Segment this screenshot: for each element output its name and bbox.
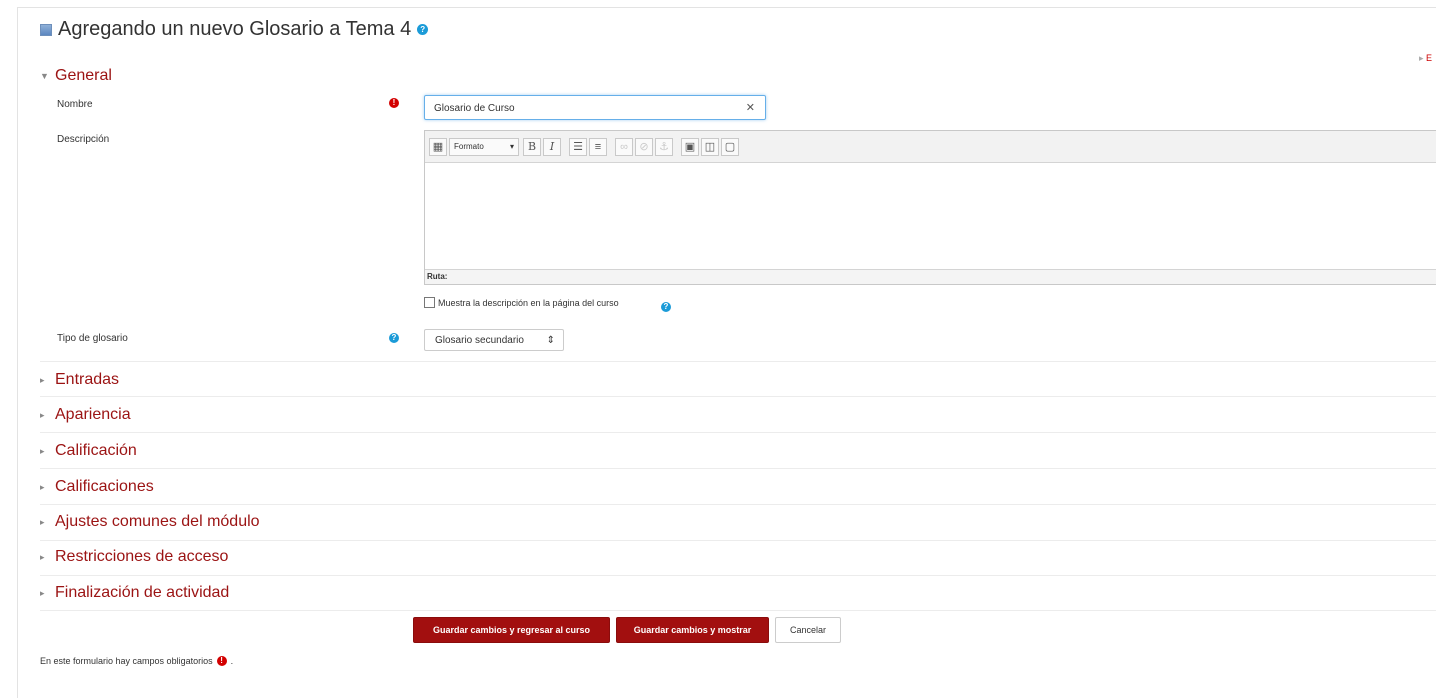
format-select[interactable]: Formato ▾	[449, 137, 519, 156]
section-general[interactable]: ▼ General	[40, 67, 112, 85]
show-description-row: Muestra la descripción en la página del …	[424, 297, 619, 308]
editor-path: Ruta:	[425, 269, 1436, 284]
file-manager-icon[interactable]: ▢	[721, 137, 739, 156]
caret-down-icon: ▼	[40, 71, 49, 81]
divider	[40, 396, 1436, 397]
caret-right-icon: ▸	[40, 481, 45, 492]
descripcion-label: Descripción	[57, 134, 110, 145]
divider	[40, 432, 1436, 433]
toolbar-toggle-icon[interactable]: ▦	[429, 137, 447, 156]
section-apariencia[interactable]: ▸ Apariencia	[40, 406, 131, 424]
divider	[40, 361, 1436, 362]
divider	[40, 468, 1436, 469]
caret-right-icon: ▸	[40, 587, 45, 598]
tipo-glosario-select[interactable]: Glosario secundario ⇕	[424, 329, 564, 351]
caret-right-icon: ▸	[40, 551, 45, 562]
show-description-checkbox[interactable]	[424, 297, 435, 308]
section-calificacion[interactable]: ▸ Calificación	[40, 442, 137, 460]
section-entradas[interactable]: ▸ Entradas	[40, 371, 119, 389]
nombre-input[interactable]	[432, 96, 736, 121]
required-fields-note: En este formulario hay campos obligatori…	[40, 656, 234, 666]
divider	[40, 610, 1436, 611]
divider	[40, 504, 1436, 505]
nombre-input-wrapper: ✕	[424, 95, 766, 121]
required-icon: !	[389, 98, 399, 108]
divider	[40, 575, 1436, 576]
glossary-module-icon	[40, 23, 52, 36]
show-description-label: Muestra la descripción en la página del …	[438, 297, 619, 308]
editor-toolbar: ▦ Formato ▾ B I ☰ ≡ ∞ ⊘ ⚓ ▣ ◫ ▢	[425, 131, 1436, 163]
nombre-label: Nombre	[57, 99, 93, 110]
anchor-icon[interactable]: ⚓	[655, 137, 673, 156]
select-arrows-icon: ⇕	[546, 334, 555, 346]
clear-icon[interactable]: ✕	[746, 101, 755, 114]
ordered-list-icon[interactable]: ≡	[589, 137, 607, 156]
expand-all-link[interactable]: ▸ E	[1419, 53, 1432, 64]
caret-right-icon: ▸	[40, 445, 45, 456]
caret-right-icon: ▸	[40, 374, 45, 385]
description-editor: ▦ Formato ▾ B I ☰ ≡ ∞ ⊘ ⚓ ▣ ◫ ▢ Ruta:	[424, 130, 1436, 285]
save-display-button[interactable]: Guardar cambios y mostrar	[616, 617, 769, 643]
question-icon[interactable]: ?	[417, 24, 429, 35]
dropdown-arrow-icon: ▾	[509, 142, 514, 151]
question-icon[interactable]: ?	[661, 302, 671, 312]
cancel-button[interactable]: Cancelar	[775, 617, 841, 643]
bold-icon[interactable]: B	[523, 137, 541, 156]
image-icon[interactable]: ▣	[681, 137, 699, 156]
section-restricciones[interactable]: ▸ Restricciones de acceso	[40, 548, 228, 566]
required-icon: !	[216, 656, 227, 666]
editor-body[interactable]	[425, 163, 1436, 269]
section-calificaciones[interactable]: ▸ Calificaciones	[40, 478, 154, 496]
page-title: Agregando un nuevo Glosario a Tema 4	[58, 18, 412, 40]
question-icon[interactable]: ?	[389, 333, 399, 343]
media-icon[interactable]: ◫	[701, 137, 719, 156]
tipo-glosario-label: Tipo de glosario	[57, 333, 128, 344]
section-ajustes-comunes[interactable]: ▸ Ajustes comunes del módulo	[40, 513, 260, 531]
italic-icon[interactable]: I	[543, 137, 561, 156]
section-general-label: General	[55, 67, 112, 84]
save-return-button[interactable]: Guardar cambios y regresar al curso	[413, 617, 610, 643]
divider	[40, 540, 1436, 541]
link-icon[interactable]: ∞	[615, 137, 633, 156]
page-header: Agregando un nuevo Glosario a Tema 4 ?	[40, 18, 429, 41]
unlink-icon[interactable]: ⊘	[635, 137, 653, 156]
caret-right-icon: ▸	[40, 516, 45, 527]
section-finalizacion[interactable]: ▸ Finalización de actividad	[40, 584, 229, 602]
unordered-list-icon[interactable]: ☰	[569, 137, 587, 156]
caret-right-icon: ▸	[40, 409, 45, 420]
